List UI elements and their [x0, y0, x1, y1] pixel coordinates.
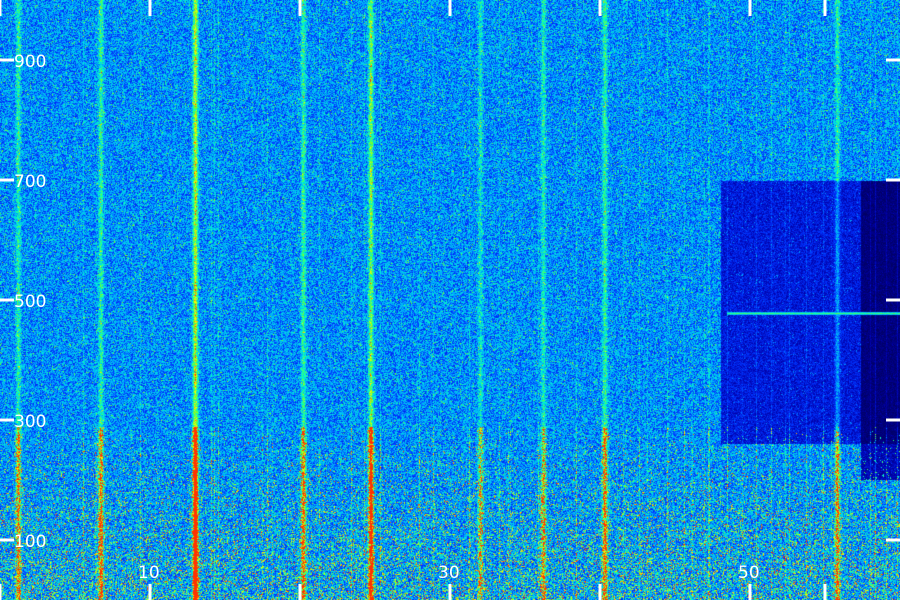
x-axis-tick-label: 50 — [738, 563, 760, 583]
spectrogram-chart: 10 30 50 100 300 500 700 900 — [0, 0, 900, 600]
y-axis-tick-label: 700 — [14, 172, 46, 192]
y-axis-tick-label: 900 — [14, 52, 46, 72]
x-axis-tick-label: 30 — [438, 563, 460, 583]
y-axis-tick-label: 100 — [14, 532, 46, 552]
x-axis-tick-label: 10 — [138, 563, 160, 583]
y-axis-tick-label: 300 — [14, 412, 46, 432]
axis-overlay: 10 30 50 100 300 500 700 900 — [0, 0, 900, 600]
y-axis-tick-label: 500 — [14, 292, 46, 312]
